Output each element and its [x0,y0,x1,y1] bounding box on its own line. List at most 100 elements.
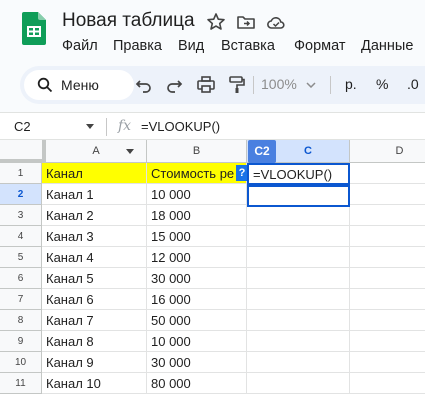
cell-d[interactable] [350,352,425,373]
row-header[interactable]: 3 [0,205,42,226]
column-header-label: C [304,145,312,157]
cell-a[interactable]: Канал 9 [42,352,147,373]
toolbar-separator [253,76,254,94]
chevron-down-icon [306,82,316,88]
name-box[interactable]: C2 [14,119,31,134]
cell-a[interactable]: Канал 10 [42,373,147,394]
cell-b[interactable]: 50 000 [147,310,247,331]
menu-insert[interactable]: Вставка [221,38,275,54]
cell-a[interactable]: Канал 3 [42,226,147,247]
column-header-a[interactable]: A [46,140,147,163]
cell-c[interactable] [247,373,350,394]
row-header[interactable]: 7 [0,289,42,310]
row-header[interactable]: 9 [0,331,42,352]
cell-b[interactable]: 12 000 [147,247,247,268]
cell-a[interactable]: Канал 2 [42,205,147,226]
cell-c[interactable] [247,352,350,373]
row-header[interactable]: 5 [0,247,42,268]
menu-format[interactable]: Формат [294,38,346,54]
cell-a[interactable]: Канал 8 [42,331,147,352]
document-title[interactable]: Новая таблица [62,10,195,32]
redo-icon[interactable] [164,75,184,95]
toolbar: Меню 100% р. % .0 [20,66,425,104]
column-header-label: D [395,145,404,157]
title-bar: Новая таблица Файл Правка Вид Вставка Фо… [0,0,425,58]
cell-c[interactable] [247,268,350,289]
cloud-status-icon[interactable] [266,12,286,32]
row-header[interactable]: 4 [0,226,42,247]
cell-a[interactable]: Канал 4 [42,247,147,268]
percent-format-button[interactable]: % [376,76,388,92]
menu-data[interactable]: Данные [361,38,413,54]
cell-c[interactable] [247,331,350,352]
decrease-decimal-button[interactable]: .0 [407,76,419,92]
search-icon [37,77,53,93]
column-header-d[interactable]: D [350,140,425,163]
cell-c[interactable] [247,226,350,247]
spreadsheet-grid: A B C D C2 1 Канал Стоимость ре 2 Канал … [0,140,425,400]
cell-a[interactable]: Канал 6 [42,289,147,310]
menu-edit[interactable]: Правка [113,38,162,54]
menu-file[interactable]: Файл [62,38,98,54]
fx-icon: fx [118,118,132,134]
move-to-folder-icon[interactable] [236,12,256,32]
row-header[interactable]: 6 [0,268,42,289]
cell-c[interactable] [247,247,350,268]
cell-c[interactable] [247,289,350,310]
cell-b[interactable]: 30 000 [147,352,247,373]
cell-b[interactable]: 80 000 [147,373,247,394]
cell-d1[interactable] [350,163,425,184]
cell-a[interactable]: Канал 1 [42,184,147,205]
cell-b[interactable]: 18 000 [147,205,247,226]
cell-d[interactable] [350,226,425,247]
formula-bar: C2 fx =VLOOKUP() [0,112,425,140]
row-header[interactable]: 2 [0,184,42,205]
name-box-dropdown-icon[interactable] [86,124,94,129]
undo-icon[interactable] [134,75,154,95]
cell-b[interactable]: 15 000 [147,226,247,247]
selected-cell-c2[interactable] [247,185,350,207]
formula-bar-separator [106,118,107,136]
cell-d[interactable] [350,331,425,352]
cell-b[interactable]: 10 000 [147,184,247,205]
search-menu-label: Меню [61,77,99,93]
paint-format-icon[interactable] [227,75,247,95]
column-header-b[interactable]: B [147,140,247,163]
cell-b[interactable]: 16 000 [147,289,247,310]
cell-c[interactable] [247,310,350,331]
zoom-select[interactable]: 100% [261,76,297,92]
cell-c[interactable] [247,205,350,226]
cell-editor-c1[interactable]: =VLOOKUP() [247,163,350,185]
row-header[interactable]: 1 [0,163,42,184]
cell-a1[interactable]: Канал [42,163,147,184]
formula-input[interactable]: =VLOOKUP() [141,119,220,134]
row-header[interactable]: 10 [0,352,42,373]
select-all-corner[interactable] [0,140,46,163]
star-icon[interactable] [206,12,226,32]
toolbar-separator [330,76,331,94]
menu-view[interactable]: Вид [178,38,204,54]
row-header[interactable]: 11 [0,373,42,394]
cell-b[interactable]: 30 000 [147,268,247,289]
spreadsheet-app: Новая таблица Файл Правка Вид Вставка Фо… [0,0,425,400]
cell-d[interactable] [350,268,425,289]
cell-d[interactable] [350,247,425,268]
cell-d[interactable] [350,310,425,331]
cell-a[interactable]: Канал 7 [42,310,147,331]
currency-format-button[interactable]: р. [345,76,357,92]
column-header-label: A [92,145,100,157]
cell-editor-text: =VLOOKUP() [253,167,333,182]
cell-b[interactable]: 10 000 [147,331,247,352]
cell-d[interactable] [350,205,425,226]
cell-d[interactable] [350,184,425,205]
filter-dropdown-icon[interactable] [126,149,134,154]
row-header[interactable]: 8 [0,310,42,331]
column-header-label: B [192,145,201,157]
print-icon[interactable] [196,75,216,95]
sheets-logo-icon[interactable] [22,12,46,45]
cell-b1[interactable]: Стоимость ре [147,163,247,184]
search-menu-button[interactable]: Меню [24,70,134,100]
cell-a[interactable]: Канал 5 [42,268,147,289]
cell-d[interactable] [350,373,425,394]
cell-d[interactable] [350,289,425,310]
